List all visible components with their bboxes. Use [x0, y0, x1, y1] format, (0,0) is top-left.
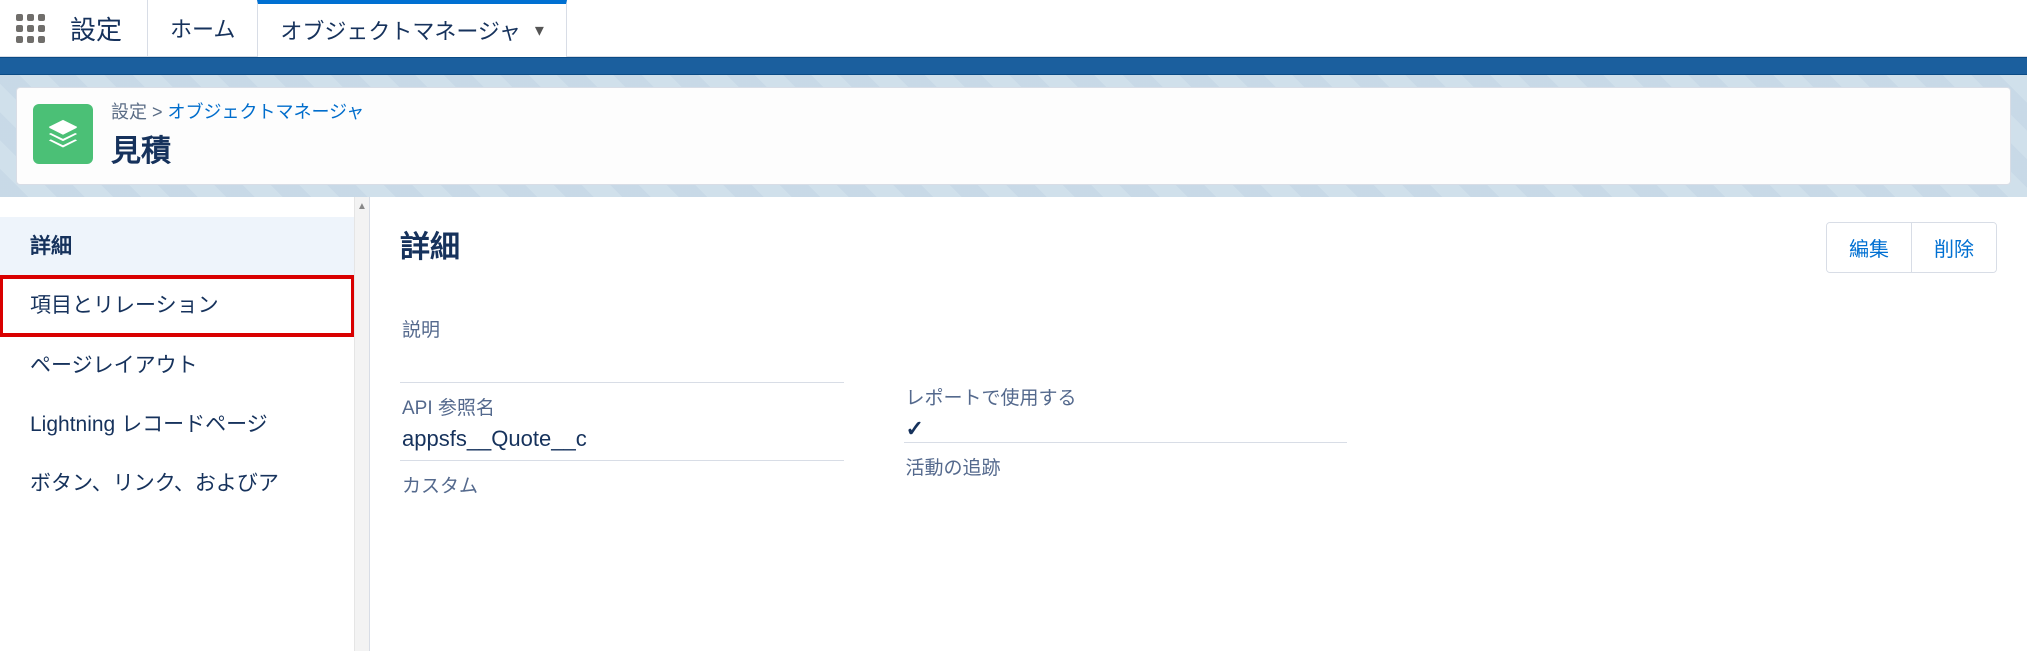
sidebar-item-fields-relationships[interactable]: 項目とリレーション [0, 276, 354, 335]
field-description: 説明 [400, 305, 844, 383]
breadcrumb-link[interactable]: オブジェクトマネージャ [168, 102, 365, 122]
edit-button[interactable]: 編集 [1827, 223, 1911, 272]
right-spacer [1407, 305, 1997, 512]
detail-header: 詳細 編集 削除 [400, 222, 1997, 273]
sidebar-item-lightning-pages[interactable]: Lightning レコードページ [0, 395, 354, 454]
field-value [402, 348, 842, 374]
top-header: 設定 ホーム オブジェクトマネージャ ▾ [0, 0, 2027, 57]
field-value: appsfs__Quote__c [402, 426, 842, 452]
header-title: 設定 [60, 0, 147, 56]
sidebar-item-label: ボタン、リンク、およびア [30, 472, 279, 495]
field-label: API 参照名 [402, 393, 842, 420]
action-button-group: 編集 削除 [1826, 222, 1997, 273]
blue-banner [0, 57, 2027, 75]
field-report: レポートで使用する ✓ [904, 373, 1348, 442]
detail-heading: 詳細 [400, 222, 460, 266]
breadcrumb-region: 設定 > オブジェクトマネージャ 見積 [0, 75, 2027, 197]
breadcrumb-separator: > [152, 102, 163, 122]
field-columns: 説明 API 参照名 appsfs__Quote__c カスタム レポートで使用… [400, 305, 1997, 512]
app-launcher-icon[interactable] [0, 0, 60, 56]
sidebar-item-label: ページレイアウト [30, 354, 198, 377]
field-label: 説明 [402, 315, 842, 342]
sidebar: 詳細 項目とリレーション ページレイアウト Lightning レコードページ … [0, 197, 370, 651]
tab-home[interactable]: ホーム [147, 0, 257, 56]
chevron-down-icon: ▾ [535, 20, 544, 41]
sidebar-item-page-layouts[interactable]: ページレイアウト [0, 336, 354, 395]
sidebar-item-label: Lightning レコードページ [30, 413, 268, 436]
field-custom: カスタム [400, 461, 844, 512]
sidebar-scrollbar[interactable]: ▲ [354, 197, 369, 651]
sidebar-item-detail[interactable]: 詳細 [0, 217, 354, 276]
detail-panel: 詳細 編集 削除 説明 API 参照名 appsfs__Quote__c カスタ… [370, 197, 2027, 651]
delete-button[interactable]: 削除 [1911, 223, 1996, 272]
check-icon: ✓ [906, 416, 1346, 442]
tab-object-manager[interactable]: オブジェクトマネージャ ▾ [257, 0, 567, 56]
field-label: カスタム [402, 471, 842, 498]
tab-home-label: ホーム [170, 12, 235, 44]
field-api-name: API 参照名 appsfs__Quote__c [400, 383, 844, 461]
field-label: 活動の追跡 [906, 453, 1346, 480]
page-title: 見積 [111, 126, 364, 170]
nine-dots-icon [16, 14, 45, 43]
main-content: 詳細 項目とリレーション ページレイアウト Lightning レコードページ … [0, 197, 2027, 651]
sidebar-item-buttons-links[interactable]: ボタン、リンク、およびア [0, 454, 354, 513]
tab-object-manager-label: オブジェクトマネージャ [280, 14, 520, 46]
breadcrumb: 設定 > オブジェクトマネージャ [111, 98, 364, 124]
field-label: レポートで使用する [906, 383, 1346, 410]
scroll-up-icon[interactable]: ▲ [355, 197, 369, 215]
breadcrumb-texts: 設定 > オブジェクトマネージャ 見積 [111, 98, 364, 170]
right-column: レポートで使用する ✓ 活動の追跡 [904, 305, 1348, 512]
left-column: 説明 API 参照名 appsfs__Quote__c カスタム [400, 305, 844, 512]
breadcrumb-root: 設定 [111, 102, 147, 122]
layers-icon [33, 104, 93, 164]
sidebar-item-label: 詳細 [30, 235, 72, 258]
field-activity: 活動の追跡 [904, 442, 1348, 494]
sidebar-item-label: 項目とリレーション [30, 294, 219, 317]
breadcrumb-card: 設定 > オブジェクトマネージャ 見積 [16, 87, 2011, 185]
